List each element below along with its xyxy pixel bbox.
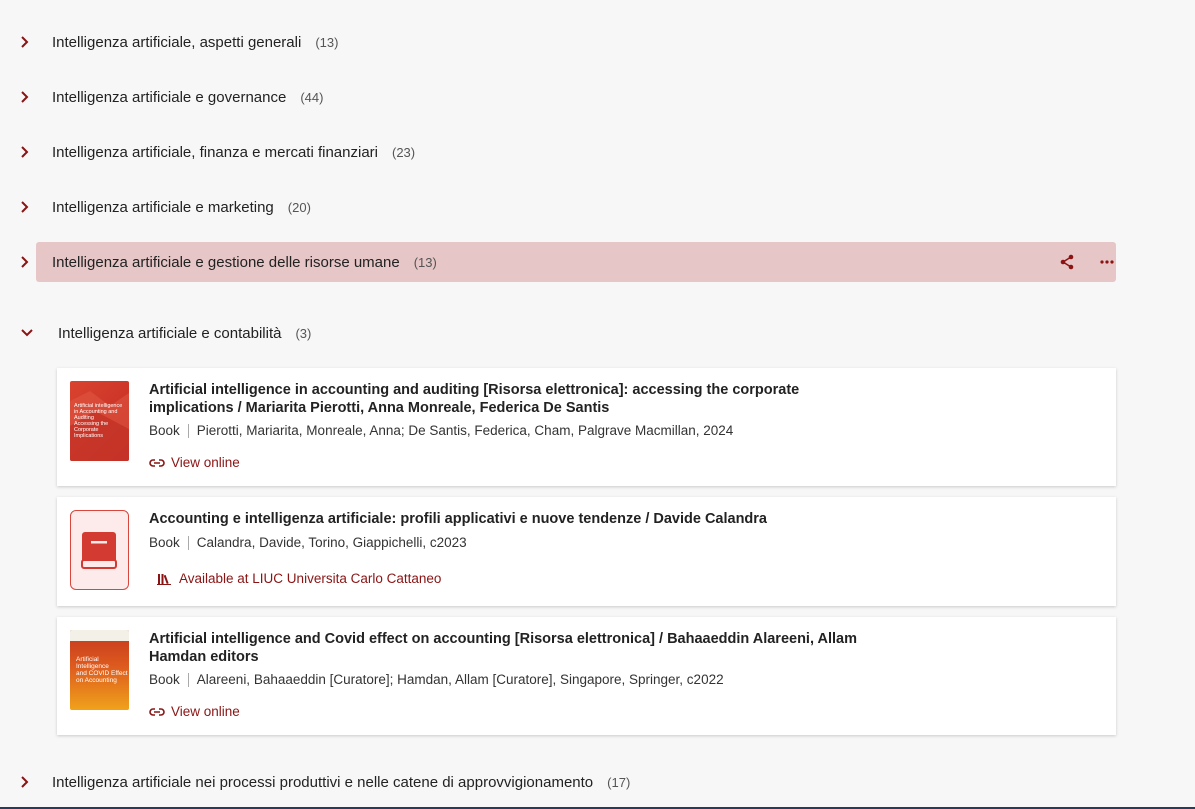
chevron-right-icon[interactable] — [18, 35, 32, 49]
facet-row[interactable]: Intelligenza artificiale e governance (44… — [0, 77, 1195, 117]
result-type: Book — [149, 423, 189, 438]
facet-label[interactable]: Intelligenza artificiale e contabilità — [58, 325, 281, 342]
facet-row[interactable]: Intelligenza artificiale nei processi pr… — [0, 762, 1195, 802]
facet-row[interactable]: Intelligenza artificiale e marketing (20) — [0, 187, 1195, 227]
share-icon[interactable] — [1058, 253, 1076, 271]
facet-row-highlighted[interactable]: Intelligenza artificiale e gestione dell… — [0, 242, 1195, 282]
book-cover: Artificial intelligence in Accounting an… — [70, 381, 129, 461]
facet-row[interactable]: Intelligenza artificiale, finanza e merc… — [0, 132, 1195, 172]
facet-count: (44) — [300, 89, 324, 105]
cover-text: and COVID Effect — [76, 670, 128, 677]
chevron-right-icon[interactable] — [18, 145, 32, 159]
chevron-right-icon[interactable] — [18, 775, 32, 789]
more-options-icon[interactable] — [1098, 253, 1116, 271]
facet-count: (3) — [295, 325, 312, 341]
cover-text: Artificial — [76, 656, 99, 663]
result-meta: Book Pierotti, Mariarita, Monreale, Anna… — [149, 423, 733, 438]
cover-text: Intelligence — [76, 663, 109, 670]
facet-label[interactable]: Intelligenza artificiale, finanza e merc… — [52, 144, 378, 161]
view-online-label[interactable]: View online — [171, 455, 240, 470]
facet-row-expanded[interactable]: Intelligenza artificiale e contabilità (3… — [0, 313, 1195, 353]
book-placeholder — [70, 510, 129, 590]
facet-row[interactable]: Intelligenza artificiale, aspetti genera… — [0, 22, 1195, 62]
chevron-right-icon[interactable] — [18, 200, 32, 214]
result-card[interactable]: Artificial Intelligence and COVID Effect… — [57, 617, 1116, 735]
facet-count: (20) — [287, 199, 311, 215]
result-details: Calandra, Davide, Torino, Giappichelli, … — [196, 535, 467, 550]
facet-count: (23) — [392, 144, 416, 160]
result-type: Book — [149, 535, 189, 550]
view-online-link[interactable]: View online — [149, 704, 240, 719]
facet-label[interactable]: Intelligenza artificiale e governance — [52, 89, 286, 106]
result-title[interactable]: Artificial intelligence and Covid effect… — [149, 630, 869, 666]
facet-label[interactable]: Intelligenza artificiale e marketing — [52, 199, 274, 216]
result-type: Book — [149, 672, 189, 687]
facet-label[interactable]: Intelligenza artificiale nei processi pr… — [52, 774, 593, 791]
result-meta: Book Alareeni, Bahaaeddin [Curatore]; Ha… — [149, 672, 724, 687]
chevron-right-icon[interactable] — [18, 255, 32, 269]
cover-text: on Accounting — [76, 677, 117, 684]
library-icon — [157, 573, 173, 585]
chevron-right-icon[interactable] — [18, 90, 32, 104]
result-meta: Book Calandra, Davide, Torino, Giappiche… — [149, 535, 467, 550]
availability-label[interactable]: Available at LIUC Universita Carlo Catta… — [179, 571, 441, 586]
page: Intelligenza artificiale, aspetti genera… — [0, 0, 1195, 809]
link-icon — [149, 706, 165, 718]
facet-count: (13) — [315, 34, 339, 50]
result-title[interactable]: Accounting e intelligenza artificiale: p… — [149, 510, 869, 528]
facet-label[interactable]: Intelligenza artificiale e gestione dell… — [52, 254, 400, 271]
result-title[interactable]: Artificial intelligence in accounting an… — [149, 381, 869, 417]
result-details: Alareeni, Bahaaeddin [Curatore]; Hamdan,… — [196, 672, 724, 687]
chevron-down-icon[interactable] — [20, 326, 34, 340]
book-icon — [81, 532, 117, 569]
link-icon — [149, 457, 165, 469]
facet-label[interactable]: Intelligenza artificiale, aspetti genera… — [52, 34, 301, 51]
facet-count: (17) — [607, 774, 631, 790]
view-online-link[interactable]: View online — [149, 455, 240, 470]
cover-text: Corporate Implications — [74, 427, 104, 439]
view-online-label[interactable]: View online — [171, 704, 240, 719]
availability-link[interactable]: Available at LIUC Universita Carlo Catta… — [157, 571, 441, 586]
facet-count: (13) — [413, 254, 437, 270]
result-card[interactable]: Accounting e intelligenza artificiale: p… — [57, 497, 1116, 606]
result-details: Pierotti, Mariarita, Monreale, Anna; De … — [196, 423, 734, 438]
result-card[interactable]: Artificial intelligence in Accounting an… — [57, 368, 1116, 486]
book-cover: Artificial Intelligence and COVID Effect… — [70, 630, 129, 710]
